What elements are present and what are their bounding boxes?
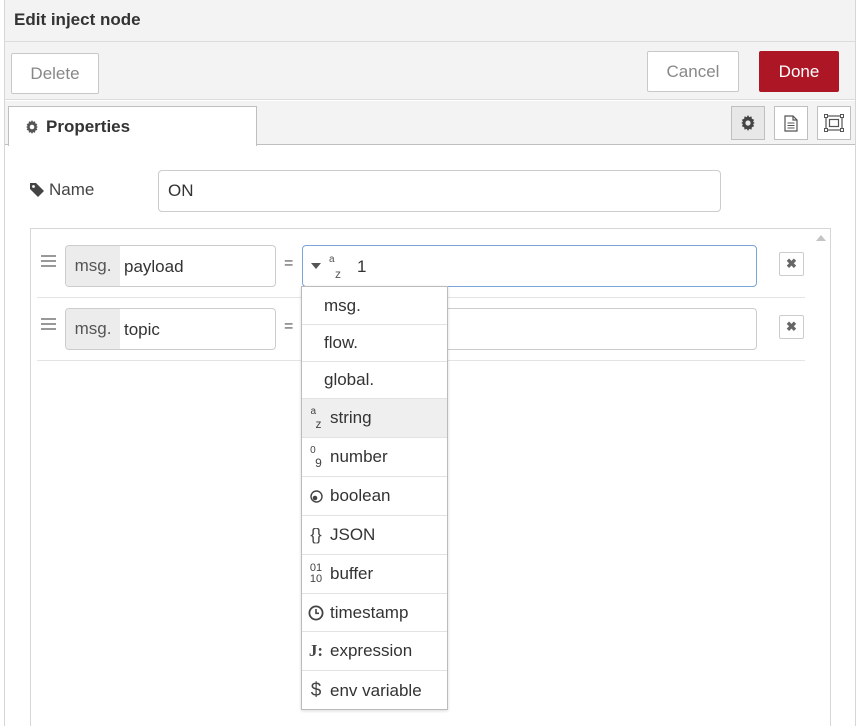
- menu-item-json[interactable]: {} JSON: [302, 516, 447, 555]
- dollar-icon: $: [310, 679, 322, 701]
- description-icon: [784, 114, 798, 132]
- done-button[interactable]: Done: [759, 51, 839, 92]
- remove-row-button[interactable]: ✖: [779, 315, 804, 339]
- cancel-button[interactable]: Cancel: [647, 51, 739, 92]
- dialog-title: Edit inject node: [14, 10, 141, 29]
- property-name-field[interactable]: msg. payload: [65, 245, 276, 287]
- property-type-prefix[interactable]: msg.: [66, 246, 120, 286]
- scroll-up-arrow-icon[interactable]: [816, 235, 826, 241]
- tag-icon: [30, 183, 44, 197]
- drag-handle-icon[interactable]: [41, 318, 56, 330]
- expression-jsonata-icon: J:: [308, 641, 324, 660]
- dialog-button-bar: Delete Cancel Done: [5, 42, 855, 100]
- menu-item-timestamp[interactable]: timestamp: [302, 594, 447, 632]
- tab-settings[interactable]: [731, 106, 765, 140]
- tab-properties-label: Properties: [46, 116, 131, 136]
- property-value-field[interactable]: az 1: [302, 245, 757, 287]
- number-type-icon: 09: [310, 445, 322, 470]
- menu-item-string[interactable]: az string: [302, 399, 447, 438]
- toggle-icon: [302, 489, 330, 503]
- string-type-icon: az: [329, 254, 341, 281]
- remove-row-button[interactable]: ✖: [779, 252, 804, 276]
- tab-bar: Properties: [5, 101, 855, 146]
- json-braces-icon: {}: [310, 525, 322, 544]
- name-label: Name: [29, 180, 94, 200]
- equals-sign: =: [284, 255, 294, 272]
- property-name-value: payload: [124, 257, 184, 276]
- delete-button[interactable]: Delete: [11, 53, 99, 94]
- menu-item-flow[interactable]: flow.: [302, 325, 447, 362]
- menu-item-msg[interactable]: msg.: [302, 287, 447, 325]
- menu-item-expression[interactable]: J: expression: [302, 632, 447, 671]
- dialog-titlebar: Edit inject node: [5, 0, 855, 42]
- gear-icon: [741, 115, 755, 131]
- gear-icon: [26, 119, 38, 134]
- appearance-icon: [824, 114, 844, 132]
- drag-handle-icon[interactable]: [41, 255, 56, 267]
- type-dropdown-menu: msg. flow. global. az string 09 number b…: [301, 286, 448, 710]
- menu-item-number[interactable]: 09 number: [302, 438, 447, 477]
- clock-icon: [302, 605, 330, 621]
- tab-description[interactable]: [774, 106, 808, 140]
- menu-item-boolean[interactable]: boolean: [302, 477, 447, 516]
- property-type-prefix[interactable]: msg.: [66, 309, 120, 349]
- list-scrollbar[interactable]: [814, 229, 830, 726]
- property-name-field[interactable]: msg. topic: [65, 308, 276, 350]
- type-dropdown-caret-icon[interactable]: [311, 263, 321, 269]
- property-name-value: topic: [124, 320, 160, 339]
- string-type-icon: az: [310, 406, 322, 431]
- tab-appearance[interactable]: [817, 106, 851, 140]
- name-input[interactable]: [158, 170, 721, 212]
- property-value-text: 1: [357, 257, 367, 276]
- equals-sign: =: [284, 318, 294, 335]
- binary-buffer-icon: 01 10: [309, 562, 323, 585]
- menu-item-env-variable[interactable]: $ env variable: [302, 671, 447, 710]
- menu-item-buffer[interactable]: 01 10 buffer: [302, 555, 447, 594]
- tab-properties[interactable]: Properties: [8, 106, 257, 146]
- menu-item-global[interactable]: global.: [302, 362, 447, 399]
